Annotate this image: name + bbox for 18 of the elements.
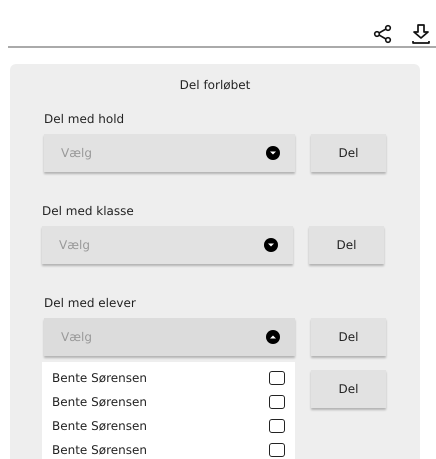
download-button[interactable] <box>411 22 431 46</box>
checkbox[interactable] <box>269 443 285 457</box>
option-label[interactable]: Bente Sørensen <box>52 395 147 409</box>
panel-title: Del forløbet <box>178 78 252 92</box>
option-label[interactable]: Bente Sørensen <box>52 371 147 385</box>
checkbox[interactable] <box>269 395 285 409</box>
share-button[interactable] <box>373 22 393 46</box>
share-button[interactable]: Del <box>309 226 384 264</box>
option-label[interactable]: Bente Sørensen <box>52 419 147 433</box>
checkbox[interactable] <box>269 371 285 385</box>
share-button[interactable]: Del <box>311 318 386 356</box>
section-label: Del med elever <box>44 296 137 310</box>
checkbox[interactable] <box>269 419 285 433</box>
share-button[interactable]: Del <box>311 134 386 172</box>
share-button[interactable]: Del <box>311 370 386 408</box>
section-label: Del med hold <box>44 112 126 126</box>
section-label: Del med klasse <box>42 204 135 218</box>
option-label[interactable]: Bente Sørensen <box>52 443 147 457</box>
